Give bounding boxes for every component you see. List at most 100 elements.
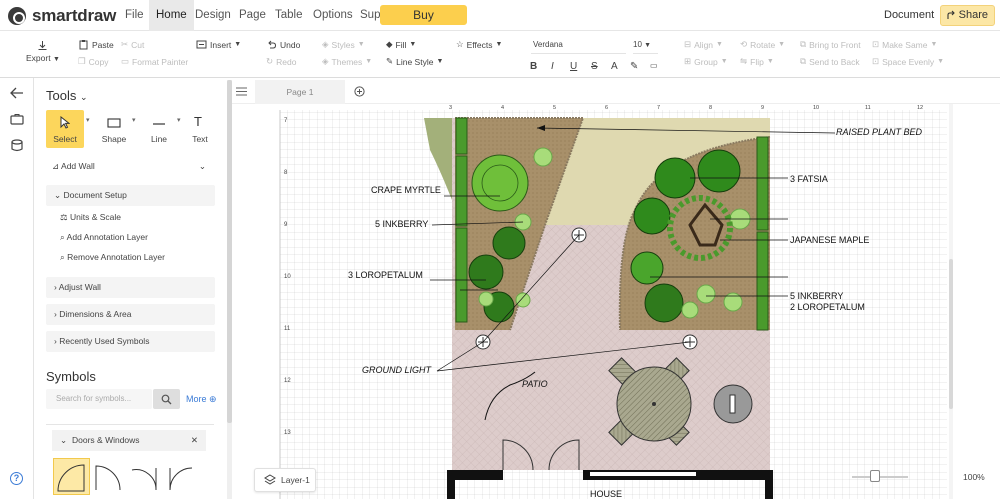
back-arrow-icon[interactable] [10, 87, 24, 99]
zoom-level[interactable]: 100% [963, 472, 985, 482]
zoom-slider-thumb[interactable] [870, 470, 880, 482]
doors-windows-header[interactable]: ⌄ Doors & Windows ✕ [52, 430, 206, 451]
cut-button[interactable]: ✂ Cut [121, 39, 144, 50]
align-button[interactable]: ⊟ Align ▼ [684, 39, 723, 50]
ruler-top-8: 8 [709, 105, 712, 111]
door-symbol-2-icon[interactable] [94, 462, 124, 492]
remove-annotation-layer-label: Remove Annotation Layer [67, 252, 165, 262]
add-wall-label: Add Wall [61, 161, 95, 171]
add-annotation-layer-item[interactable]: ⌕ Add Annotation Layer [60, 232, 148, 243]
hamburger-icon[interactable] [236, 87, 247, 96]
make-same-button[interactable]: ⊡ Make Same ▼ [872, 39, 937, 50]
underline-button[interactable]: U [570, 61, 577, 72]
rotate-label: Rotate [750, 39, 776, 50]
text-box-icon[interactable]: ▭ [650, 61, 658, 70]
menu-home[interactable]: Home [149, 0, 194, 31]
paste-button[interactable]: Paste [78, 39, 114, 50]
pen-icon: ✎ [386, 56, 394, 66]
label-crape-myrtle: CRAPE MYRTLE [371, 185, 441, 195]
styles-button[interactable]: ◈ Styles ▼ [322, 39, 365, 50]
document-button[interactable]: Document [884, 9, 934, 21]
document-setup-section[interactable]: ⌄ Document Setup [46, 185, 215, 206]
zoom-slider-track[interactable] [852, 476, 908, 478]
close-icon[interactable]: ✕ [191, 430, 198, 451]
recently-used-section[interactable]: › Recently Used Symbols [46, 331, 215, 352]
menu-options[interactable]: Options [306, 0, 360, 31]
select-tool-menu-icon[interactable]: ▾ [86, 116, 90, 124]
layer-button[interactable]: Layer-1 [254, 468, 316, 492]
ruler-left-10: 10 [284, 274, 291, 280]
add-page-icon[interactable] [354, 86, 365, 97]
label-inkberry-right: 5 INKBERRY [790, 291, 843, 301]
styles-label: Styles [331, 39, 355, 50]
flip-button[interactable]: ⇋ Flip ▼ [740, 56, 774, 67]
space-evenly-button[interactable]: ⊡ Space Evenly ▼ [872, 56, 944, 67]
door-symbol-3-icon[interactable] [130, 462, 160, 492]
page-tab[interactable]: Page 1 [255, 80, 345, 104]
symbol-search-input[interactable]: Search for symbols... [46, 389, 152, 409]
menu-page[interactable]: Page [232, 0, 273, 31]
themes-label: Themes [331, 56, 363, 67]
redo-button[interactable]: ↻ Redo [266, 56, 296, 67]
text-tool-label: Text [192, 134, 208, 144]
canvas-scrollbar[interactable] [948, 104, 954, 499]
highlight-icon[interactable]: ✎ [630, 61, 638, 72]
page-bar [232, 80, 1000, 104]
export-button[interactable]: Export ▼ [26, 40, 60, 63]
select-tool[interactable]: Select [46, 110, 84, 148]
rotate-button[interactable]: ⟲ Rotate ▼ [740, 39, 785, 50]
menu-design[interactable]: Design [188, 0, 238, 31]
more-symbols-link[interactable]: More ⊕ [186, 394, 217, 405]
door-symbol-4-icon[interactable] [166, 462, 196, 492]
bring-to-front-button[interactable]: ⧉ Bring to Front [800, 39, 861, 50]
line-tool-menu-icon[interactable]: ▾ [177, 116, 181, 124]
text-color-icon[interactable]: A [611, 61, 618, 72]
send-to-back-button[interactable]: ⧉ Send to Back [800, 56, 860, 67]
font-size-select[interactable]: 10 ▼ [633, 40, 658, 54]
door-swing-icon [57, 464, 85, 492]
symbol-search-button[interactable] [153, 389, 180, 409]
themes-icon: ◈ [322, 56, 329, 66]
add-wall-row[interactable]: ⊿ Add Wall ⌄ [52, 161, 210, 172]
shape-tool[interactable]: Shape [96, 110, 132, 148]
copy-button[interactable]: ❐ Copy [78, 56, 108, 67]
group-button[interactable]: ⊞ Group ▼ [684, 56, 728, 67]
fill-icon: ◆ [386, 39, 393, 49]
share-label: Share [958, 9, 988, 21]
menu-bar: smartdraw File Home Design Page Table Op… [0, 0, 1000, 31]
share-button[interactable]: Share [940, 5, 995, 26]
bold-button[interactable]: B [530, 61, 537, 72]
crape-myrtle-plant [471, 154, 529, 212]
label-loropetalum-right: 2 LOROPETALUM [790, 302, 865, 312]
adjust-wall-section[interactable]: › Adjust Wall [46, 277, 215, 298]
buy-button[interactable]: Buy [380, 5, 467, 25]
drawing-canvas[interactable]: 3 4 5 6 7 8 9 10 11 12 7 8 9 10 11 12 13 [232, 104, 1000, 499]
label-fatsia: 3 FATSIA [790, 174, 828, 184]
fill-button[interactable]: ◆ Fill ▼ [386, 39, 416, 50]
tools-title[interactable]: Tools ⌄ [46, 88, 88, 103]
undo-button[interactable]: Undo [266, 39, 300, 50]
remove-annotation-layer-item[interactable]: ⌕ Remove Annotation Layer [60, 252, 165, 263]
dimensions-area-section[interactable]: › Dimensions & Area [46, 304, 215, 325]
menu-table[interactable]: Table [268, 0, 310, 31]
line-style-button[interactable]: ✎ Line Style ▼ [386, 56, 443, 67]
units-scale-item[interactable]: ⚖ Units & Scale [60, 212, 121, 223]
italic-button[interactable]: I [551, 61, 554, 72]
group-label: Group [694, 56, 718, 67]
insert-button[interactable]: Insert ▼ [196, 39, 241, 50]
line-tool[interactable]: Line [142, 110, 176, 148]
text-tool[interactable]: T Text [186, 110, 214, 148]
font-family-select[interactable]: Verdana [531, 40, 626, 54]
database-icon[interactable] [11, 139, 23, 152]
effects-button[interactable]: ☆ Effects ▼ [456, 39, 502, 50]
space-evenly-label: Space Evenly [882, 56, 935, 67]
strikethrough-button[interactable]: S [591, 61, 598, 72]
send-back-icon: ⧉ [800, 56, 807, 66]
themes-button[interactable]: ◈ Themes ▼ [322, 56, 372, 67]
briefcase-icon[interactable] [10, 113, 24, 125]
format-painter-button[interactable]: ▭ Format Painter [121, 56, 188, 67]
door-symbol-selected[interactable] [53, 458, 90, 495]
menu-file[interactable]: File [118, 0, 151, 31]
shape-tool-menu-icon[interactable]: ▾ [132, 116, 136, 124]
help-icon[interactable]: ? [10, 472, 23, 485]
